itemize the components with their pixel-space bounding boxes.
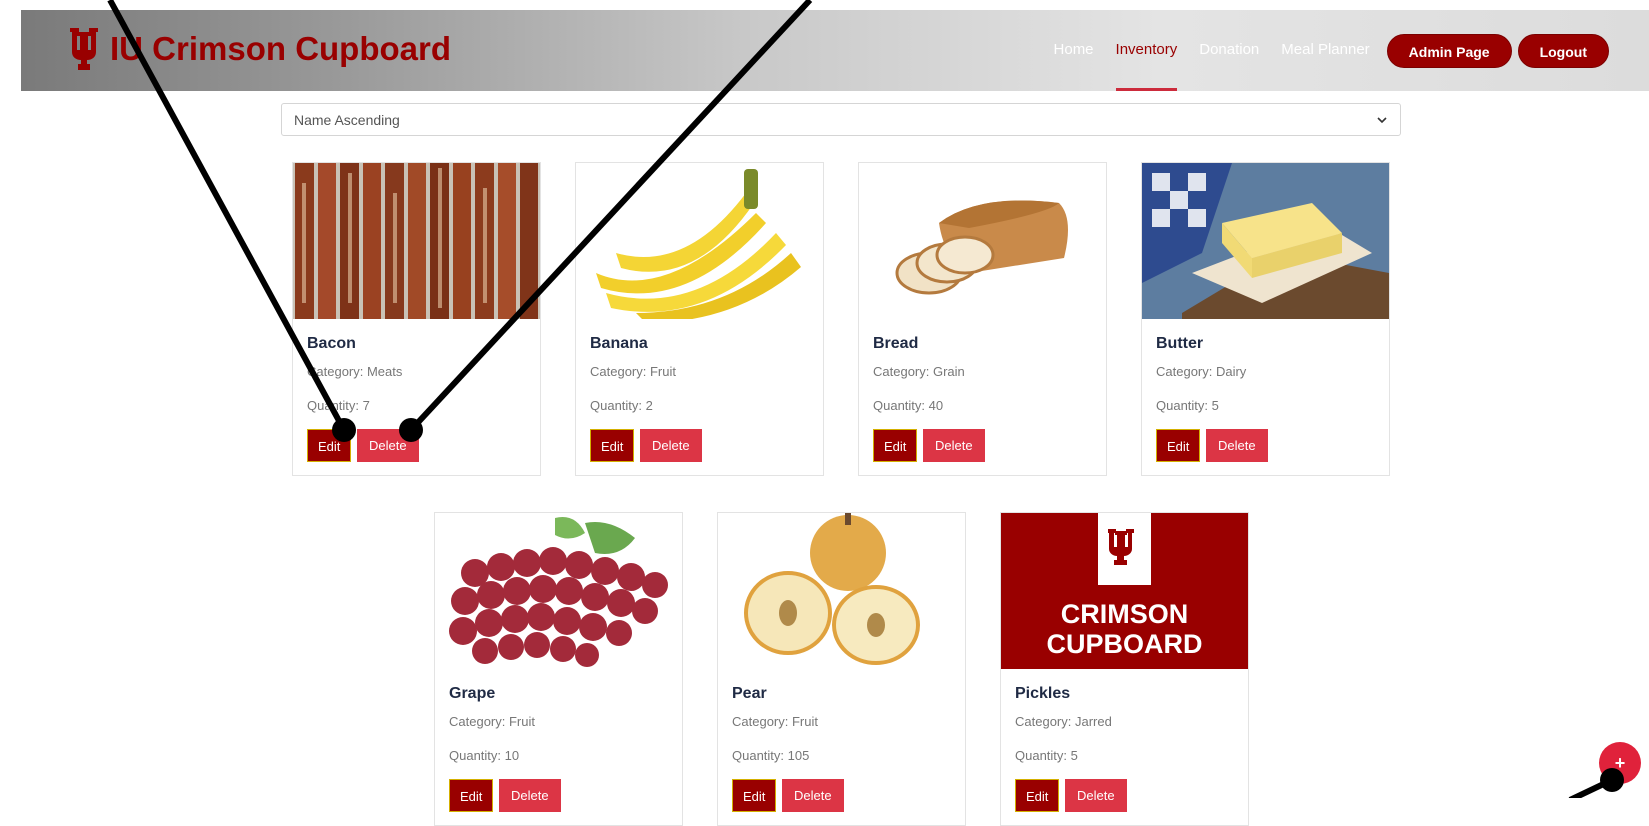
item-image-butter: [1142, 163, 1389, 319]
item-name: Butter: [1156, 335, 1204, 352]
item-quantity: Quantity: 2: [590, 398, 653, 413]
nav-home[interactable]: Home: [1043, 10, 1105, 91]
nav-inventory[interactable]: Inventory: [1105, 10, 1189, 91]
item-card-bacon: Bacon Category: Meats Quantity: 7 Edit D…: [292, 162, 541, 476]
edit-button[interactable]: Edit: [873, 429, 918, 462]
item-name: Grape: [449, 685, 496, 702]
item-card-butter: Butter Category: Dairy Quantity: 5 Edit …: [1141, 162, 1390, 476]
admin-page-button[interactable]: Admin Page: [1386, 33, 1512, 68]
edit-button[interactable]: Edit: [1156, 429, 1201, 462]
logout-button[interactable]: Logout: [1517, 33, 1609, 68]
item-quantity: Quantity: 5: [1015, 748, 1078, 763]
nav-meal-planner[interactable]: Meal Planner: [1270, 10, 1380, 91]
edit-button[interactable]: Edit: [449, 779, 494, 812]
edit-button[interactable]: Edit: [307, 429, 352, 462]
item-card-bread: Bread Category: Grain Quantity: 40 Edit …: [858, 162, 1107, 476]
delete-button[interactable]: Delete: [357, 429, 419, 462]
chevron-down-icon: [1377, 116, 1387, 123]
item-card-banana: Banana Category: Fruit Quantity: 2 Edit …: [575, 162, 824, 476]
delete-button[interactable]: Delete: [499, 779, 561, 812]
brand-name: IU Crimson Cupboard: [110, 30, 452, 67]
delete-button[interactable]: Delete: [923, 429, 985, 462]
item-category: Category: Jarred: [1015, 714, 1112, 729]
iu-trident-icon: [70, 28, 98, 70]
add-item-button[interactable]: +: [1599, 742, 1641, 784]
item-category: Category: Fruit: [449, 714, 535, 729]
item-card-grape: Grape Category: Fruit Quantity: 10 Edit …: [434, 512, 683, 826]
sort-select[interactable]: Name Ascending: [281, 103, 1401, 136]
callout-line-fab: [1568, 777, 1614, 798]
item-image-banana: [576, 163, 823, 319]
item-name: Banana: [590, 335, 648, 352]
item-name: Pickles: [1015, 685, 1071, 702]
item-image-bread: [859, 163, 1106, 319]
top-navbar: IU Crimson Cupboard Home Inventory Donat…: [21, 10, 1649, 91]
placeholder-line1: CRIMSON: [1060, 599, 1189, 629]
placeholder-logo-text: CRIMSON CUPBOARD: [1001, 599, 1248, 659]
item-quantity: Quantity: 10: [449, 748, 520, 763]
item-image-pear: [718, 513, 965, 669]
delete-button[interactable]: Delete: [782, 779, 844, 812]
item-category: Category: Fruit: [732, 714, 818, 729]
item-category: Category: Grain: [873, 364, 965, 379]
item-quantity: Quantity: 5: [1156, 398, 1219, 413]
delete-button[interactable]: Delete: [640, 429, 702, 462]
nav-donation[interactable]: Donation: [1188, 10, 1270, 91]
item-category: Category: Dairy: [1156, 364, 1247, 379]
item-quantity: Quantity: 40: [873, 398, 944, 413]
edit-button[interactable]: Edit: [732, 779, 777, 812]
item-image-grape: [435, 513, 682, 669]
nav-links: Home Inventory Donation Meal Planner Adm…: [1043, 10, 1609, 91]
item-name: Bacon: [307, 335, 356, 352]
edit-button[interactable]: Edit: [1015, 779, 1060, 812]
item-name: Bread: [873, 335, 919, 352]
sort-selected-value: Name Ascending: [294, 111, 400, 128]
item-name: Pear: [732, 685, 767, 702]
delete-button[interactable]: Delete: [1206, 429, 1268, 462]
item-image-bacon: [293, 163, 540, 319]
edit-button[interactable]: Edit: [590, 429, 635, 462]
item-quantity: Quantity: 105: [732, 748, 810, 763]
item-category: Category: Fruit: [590, 364, 676, 379]
brand[interactable]: IU Crimson Cupboard: [68, 24, 451, 74]
item-card-pickles: CRIMSON CUPBOARD Pickles Category: Jarre…: [1000, 512, 1249, 826]
item-card-pear: Pear Category: Fruit Quantity: 105 Edit …: [717, 512, 966, 826]
item-category: Category: Meats: [307, 364, 403, 379]
placeholder-line2: CUPBOARD: [1046, 629, 1203, 659]
item-image-pickles: CRIMSON CUPBOARD: [1001, 513, 1248, 669]
item-quantity: Quantity: 7: [307, 398, 370, 413]
delete-button[interactable]: Delete: [1065, 779, 1127, 812]
